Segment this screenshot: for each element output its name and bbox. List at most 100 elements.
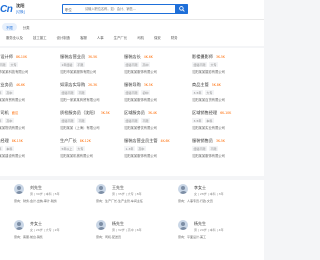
job-title[interactable]: 平面设计师8K-10K bbox=[0, 54, 27, 60]
tab-all[interactable]: 不限 bbox=[2, 23, 17, 31]
job-company[interactable]: 沈阳某某服饰有限公司 bbox=[124, 97, 157, 102]
job-tag: 3-5年 bbox=[0, 146, 3, 151]
job-title[interactable]: 商品主管 5K-8K bbox=[192, 82, 221, 88]
category-link[interactable]: 设计制造 bbox=[57, 35, 71, 40]
job-card[interactable]: 如家店实导购 2K-3K 经验不限 不限 沈阳一家某某商贸有限公司 bbox=[60, 82, 120, 110]
job-company[interactable]: 沈阳某某商贸有限公司 bbox=[0, 97, 25, 102]
job-title[interactable]: 生产厂长 8K-12K bbox=[60, 138, 91, 144]
resume-card[interactable]: 王先生男 | 35岁 | 大专 | 8年 意向：生产厂长,生产主管,车间主任 bbox=[96, 180, 176, 220]
job-title[interactable]: 服装店营业员 3K-5K bbox=[60, 54, 97, 60]
job-title[interactable]: 服装店长 4K-6K bbox=[124, 54, 153, 60]
job-card[interactable]: 区域服务员 3K-4K 经验不限 不限 沈阳某某餐饮有限公司 bbox=[124, 110, 184, 138]
job-card[interactable]: 影楼摄影师 3K-5K 经验不限 大专 沈阳某某摄影有限公司 bbox=[192, 54, 252, 82]
job-tag: 大专 bbox=[204, 90, 214, 95]
job-card[interactable]: 项目经理8K-15K 3-5年本科沈阳某某建设有限公司 bbox=[0, 138, 52, 166]
job-company[interactable]: 沈阳某某摄影有限公司 bbox=[192, 69, 225, 74]
job-company[interactable]: 沈阳某某餐饮有限公司 bbox=[124, 125, 157, 130]
search-type-select[interactable]: 职位 bbox=[65, 7, 72, 12]
job-title[interactable]: 服装店营业员主管 4K-6K bbox=[124, 138, 170, 144]
person-name[interactable]: 杨先生 bbox=[112, 221, 124, 227]
person-name[interactable]: 杨先生 bbox=[194, 221, 206, 227]
job-company[interactable]: 沈阳市某某科技有限公司 bbox=[0, 69, 28, 74]
avatar bbox=[178, 184, 188, 194]
job-title-text: 如家店实导购 bbox=[60, 82, 86, 87]
job-card[interactable]: 服装店长 4K-6K 经验不限 高中 沈阳某某服饰有限公司 bbox=[124, 54, 184, 82]
job-salary: 2K-3K bbox=[88, 83, 98, 87]
job-tags: 3-5年 大专 bbox=[192, 90, 214, 95]
job-card[interactable]: 质检服务员（沈阳） 3K-5K 经验不限 不限 沈阳某某（上海）有限公司 bbox=[60, 110, 120, 138]
job-card[interactable]: 日结司机面议 1-3年高中沈阳某某物流有限公司 bbox=[0, 110, 52, 138]
search-icon bbox=[178, 6, 185, 12]
job-company[interactable]: 沈阳某某百货有限公司 bbox=[192, 97, 225, 102]
job-card[interactable]: 城市业务员4K-6K1-3年高中沈阳某某商贸有限公司 bbox=[0, 82, 52, 110]
category-link[interactable]: 生产厂长 bbox=[114, 35, 128, 40]
job-company[interactable]: 沈阳某某服饰有限公司 bbox=[124, 153, 157, 158]
avatar bbox=[178, 220, 188, 230]
category-link[interactable]: 技工普工 bbox=[33, 35, 47, 40]
person-name[interactable]: 刘先生 bbox=[30, 185, 42, 191]
person-meta: 男 | 29岁 | 本科 | 4年 bbox=[194, 228, 224, 232]
search-input[interactable] bbox=[85, 6, 165, 11]
job-card[interactable]: 服装店营业员主管 4K-6K 1-3年 高中 沈阳某某服饰有限公司 bbox=[124, 138, 184, 166]
job-title[interactable]: 服装导购 3K-5K bbox=[124, 82, 153, 88]
job-card[interactable]: 服装店营业员 3K-5K 1年经验 不限 沈阳市某某服饰有限公司 bbox=[60, 54, 120, 82]
job-company[interactable]: 沈阳某某建设有限公司 bbox=[0, 153, 25, 158]
job-card[interactable]: 服装销售员 3K-5K 经验不限 不限 沈阳某某服饰有限公司 bbox=[192, 138, 252, 166]
job-tag: 经验不限 bbox=[60, 90, 76, 95]
job-title[interactable]: 城市业务员4K-6K bbox=[0, 82, 25, 88]
job-company[interactable]: 沈阳某某物流有限公司 bbox=[0, 125, 25, 130]
job-title[interactable]: 区域销售经理 6K-10K bbox=[192, 110, 231, 116]
category-link[interactable]: 司机 bbox=[137, 35, 144, 40]
job-title[interactable]: 区域服务员 3K-4K bbox=[124, 110, 157, 116]
job-title[interactable]: 如家店实导购 2K-3K bbox=[60, 82, 97, 88]
job-company[interactable]: 沈阳某某实业有限公司 bbox=[192, 125, 225, 130]
job-card[interactable]: 区域销售经理 6K-10K 3-5年 本科 沈阳某某实业有限公司 bbox=[192, 110, 252, 138]
job-tags: 经验不限 不限 bbox=[60, 90, 87, 95]
category-link[interactable]: 保安 bbox=[154, 35, 161, 40]
job-company[interactable]: 沈阳某某机械有限公司 bbox=[60, 153, 93, 158]
job-salary: 3K-5K bbox=[215, 55, 226, 59]
job-tag: 高中 bbox=[4, 90, 14, 95]
job-tag: 高中 bbox=[4, 118, 14, 123]
job-company[interactable]: 沈阳某某（上海）有限公司 bbox=[60, 125, 100, 130]
resume-card[interactable]: 李女士女 | 28岁 | 本科 | 3年 意向：人事专员,行政,文员 bbox=[178, 180, 258, 220]
category-link[interactable]: 人事 bbox=[97, 35, 104, 40]
tab-category[interactable]: 分类 bbox=[19, 23, 34, 31]
job-card[interactable]: 平面设计师8K-10K 经验不限大专沈阳市某某科技有限公司 bbox=[0, 54, 52, 82]
category-link[interactable]: 服务业以及 bbox=[6, 35, 23, 40]
resume-card[interactable]: 杨先生男 | 29岁 | 本科 | 4年 意向：平面设计,美工 bbox=[178, 216, 258, 256]
job-card[interactable]: 商品主管 5K-8K 3-5年 大专沈阳某某百货有限公司 bbox=[192, 82, 252, 110]
category-link[interactable]: 客服 bbox=[80, 35, 87, 40]
person-name[interactable]: 齐女士 bbox=[30, 221, 42, 227]
search-button[interactable] bbox=[175, 4, 188, 14]
job-title[interactable]: 影楼摄影师 3K-5K bbox=[192, 54, 225, 60]
site-logo[interactable]: Cn bbox=[0, 4, 13, 15]
job-tags: 经验不限大专 bbox=[0, 62, 19, 67]
person-meta: 男 | 30岁 | 本科 | 5年 bbox=[30, 192, 60, 196]
resume-card[interactable]: 齐女士女 | 26岁 | 大专 | 2年 意向：客服,前台,销售 bbox=[14, 216, 94, 256]
job-title-text: 服装导购 bbox=[124, 82, 141, 87]
job-tag: 经验不限 bbox=[124, 62, 140, 67]
job-title[interactable]: 质检服务员（沈阳） 3K-5K bbox=[60, 110, 110, 116]
resume-card[interactable]: 杨先生男 | 32岁 | 高中 | 6年 意向：司机,配送员 bbox=[96, 216, 176, 256]
job-tag: 本科 bbox=[4, 146, 14, 151]
job-company[interactable]: 沈阳某某服饰有限公司 bbox=[192, 153, 225, 158]
job-tag: 1年经验 bbox=[60, 62, 74, 67]
person-name[interactable]: 王先生 bbox=[112, 185, 124, 191]
job-title[interactable]: 项目经理8K-15K bbox=[0, 138, 23, 144]
job-company[interactable]: 沈阳一家某某商贸有限公司 bbox=[60, 97, 100, 102]
city-switch-link[interactable]: [切换] bbox=[16, 9, 25, 14]
person-intent: 意向：财务,会计,出纳,审计,税务 bbox=[14, 199, 57, 203]
job-company[interactable]: 沈阳市某某服饰有限公司 bbox=[60, 69, 96, 74]
job-title-text: 区域销售经理 bbox=[192, 110, 218, 115]
category-link[interactable]: 财务 bbox=[171, 35, 178, 40]
resume-card[interactable]: 刘先生男 | 30岁 | 本科 | 5年意向：财务,会计,出纳,审计,税务 bbox=[14, 180, 94, 220]
job-salary: 3K-5K bbox=[143, 83, 153, 87]
person-name[interactable]: 李女士 bbox=[194, 185, 206, 191]
job-salary: 8K-12K bbox=[79, 139, 91, 143]
job-card[interactable]: 生产厂长 8K-12K 5年以上 大专 沈阳某某机械有限公司 bbox=[60, 138, 120, 166]
job-company[interactable]: 沈阳某某服饰有限公司 bbox=[124, 69, 157, 74]
job-card[interactable]: 服装导购 3K-5K 经验不限 初中 沈阳某某服饰有限公司 bbox=[124, 82, 184, 110]
job-title[interactable]: 日结司机面议 bbox=[0, 110, 18, 116]
job-title[interactable]: 服装销售员 3K-5K bbox=[192, 138, 225, 144]
